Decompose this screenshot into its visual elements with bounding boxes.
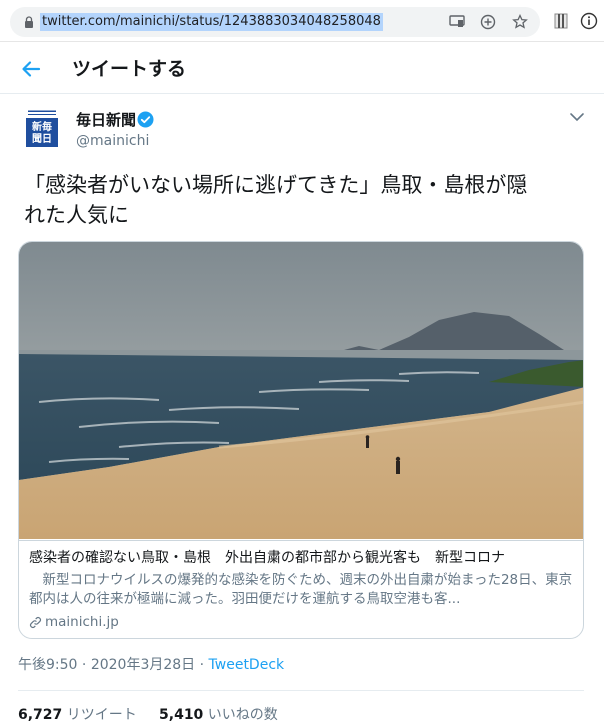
link-icon: [30, 616, 41, 628]
meta-separator: ·: [81, 657, 87, 673]
bookmark-star-icon[interactable]: [510, 12, 530, 32]
info-icon[interactable]: [580, 12, 598, 30]
cast-icon[interactable]: [447, 12, 467, 32]
tweet-date[interactable]: 2020年3月28日: [91, 657, 195, 673]
meta-separator: ·: [199, 657, 205, 673]
tweet-header: ツイートする: [0, 44, 604, 94]
address-bar[interactable]: twitter.com/mainichi/status/124388303404…: [10, 7, 540, 37]
card-domain-text: mainichi.jp: [45, 614, 119, 630]
page-title: ツイートする: [72, 58, 187, 80]
avatar-logo-text-2: 聞日: [32, 133, 52, 145]
tweet-text: 「感染者がいない場所に逃げてきた」鳥取・島根が隠 れた人気に: [24, 170, 584, 230]
extension-icon[interactable]: [552, 12, 570, 30]
card-domain: mainichi.jp: [29, 613, 119, 631]
author-name[interactable]: 毎日新聞: [76, 110, 136, 130]
tweet-text-line: 「感染者がいない場所に逃げてきた」鳥取・島根が隠: [24, 173, 528, 197]
avatar-logo-text: 新毎: [32, 120, 52, 133]
add-icon[interactable]: [478, 12, 498, 32]
like-count: 5,410: [159, 707, 204, 723]
chevron-down-icon[interactable]: [568, 110, 586, 124]
tweet-source-link[interactable]: TweetDeck: [209, 657, 285, 673]
url-text[interactable]: twitter.com/mainichi/status/124388303404…: [40, 13, 383, 31]
like-label: いいねの数: [207, 707, 278, 723]
retweet-count: 6,727: [18, 707, 63, 723]
verified-badge-icon: [137, 111, 154, 128]
tweet-time[interactable]: 午後9:50: [18, 657, 77, 673]
author-handle[interactable]: @mainichi: [76, 132, 149, 150]
retweet-label: リツイート: [66, 707, 137, 723]
like-stat[interactable]: 5,410 いいねの数: [159, 707, 278, 723]
tweet-text-line: れた人気に: [24, 203, 129, 227]
card-description: 新型コロナウイルスの爆発的な感染を防ぐため、週末の外出自粛が始まった28日、東京…: [29, 572, 573, 607]
card-title[interactable]: 感染者の確認ない鳥取・島根 外出自粛の都市部から観光客も 新型コロナ: [29, 549, 579, 567]
back-arrow-icon[interactable]: [20, 58, 42, 80]
link-card[interactable]: 感染者の確認ない鳥取・島根 外出自粛の都市部から観光客も 新型コロナ 新型コロナ…: [18, 241, 584, 639]
tweet-stats: 6,727 リツイート 5,410 いいねの数: [18, 706, 278, 724]
browser-toolbar: twitter.com/mainichi/status/124388303404…: [0, 0, 604, 42]
card-body[interactable]: 感染者の確認ない鳥取・島根 外出自粛の都市部から観光客も 新型コロナ 新型コロナ…: [19, 540, 583, 638]
retweet-stat[interactable]: 6,727 リツイート: [18, 707, 137, 723]
avatar[interactable]: 新毎 聞日: [26, 109, 58, 147]
tweet-timestamp: 午後9:50 · 2020年3月28日 · TweetDeck: [18, 656, 284, 674]
card-image[interactable]: [19, 242, 584, 539]
lock-icon: [25, 16, 33, 28]
divider: [18, 690, 584, 691]
